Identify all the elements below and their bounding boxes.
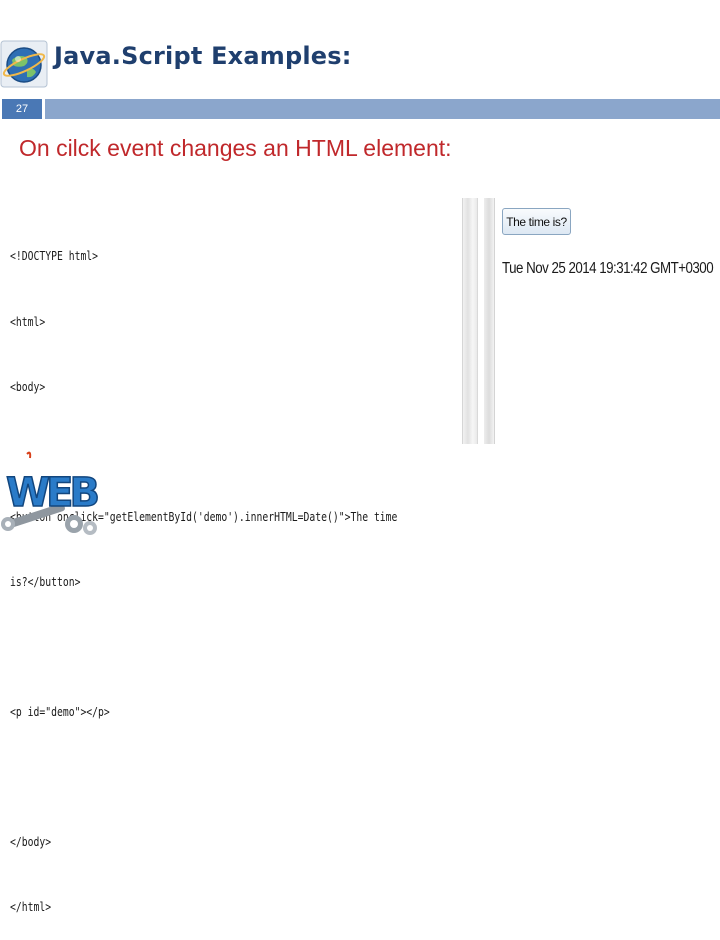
globe-icon — [0, 40, 48, 88]
date-output: Tue Nov 25 2014 19:31:42 GMT+0300 — [502, 260, 714, 277]
preview-scrollbar-secondary[interactable] — [484, 198, 495, 444]
code-line: <html> — [10, 313, 46, 329]
gear-icon — [65, 515, 97, 535]
slide-number: 27 — [2, 99, 42, 119]
title-divider-bar — [45, 99, 720, 119]
code-line: <!DOCTYPE html> — [10, 248, 99, 264]
code-line: <p id="demo"></p> — [10, 704, 110, 720]
code-line: </html> — [10, 899, 52, 915]
slide-title: Java.Script Examples: — [54, 42, 352, 70]
code-sample: <!DOCTYPE html> <html> <body> <button on… — [10, 202, 397, 914]
code-line: </body> — [10, 834, 52, 850]
code-line: is?</button> — [10, 573, 81, 589]
time-button[interactable]: The time is? — [502, 208, 571, 235]
web-tools-logo: WEB — [1, 451, 102, 535]
preview-scrollbar[interactable] — [462, 198, 478, 444]
browser-preview — [460, 198, 720, 444]
web-letters: WEB — [6, 470, 97, 516]
slide-subtitle: On cilck event changes an HTML element: — [19, 135, 452, 161]
code-line: <body> — [10, 378, 46, 394]
